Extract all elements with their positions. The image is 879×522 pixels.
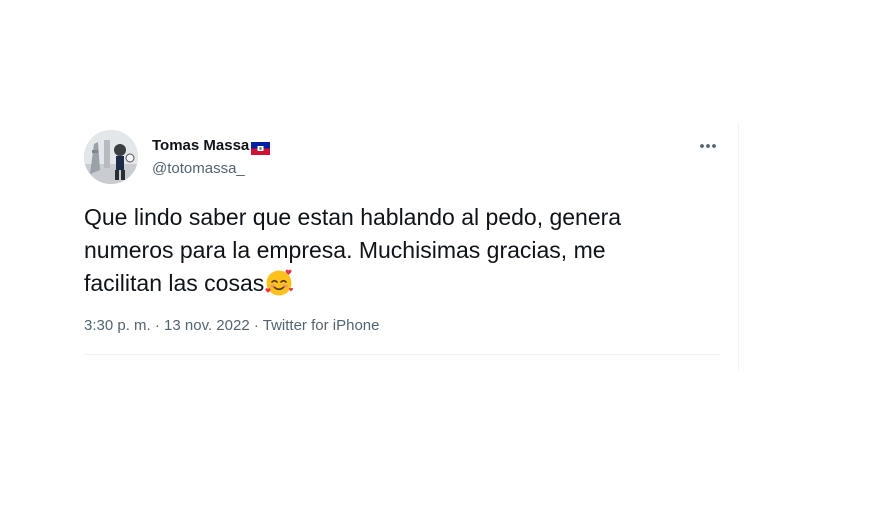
column-border <box>738 124 739 370</box>
tweet-date[interactable]: 13 nov. 2022 <box>164 317 250 334</box>
tweet-time[interactable]: 3:30 p. m. <box>84 317 151 334</box>
smiling-face-with-hearts-icon <box>264 267 294 297</box>
meta-separator: · <box>150 317 165 334</box>
display-name[interactable]: Tomas Massa <box>152 136 271 156</box>
more-options-button[interactable] <box>696 134 720 158</box>
user-handle[interactable]: @totomassa_ <box>152 159 270 179</box>
haiti-flag-icon <box>251 141 271 155</box>
tweet-text-line-3: facilitan las cosas <box>84 270 265 296</box>
tweet-text-line-1: Que lindo saber que estan hablando al pe… <box>84 204 622 230</box>
avatar[interactable] <box>84 130 138 184</box>
display-name-text: Tomas Massa <box>152 137 250 154</box>
divider <box>84 354 720 355</box>
user-name-block: Tomas Massa @totomassa_ <box>152 136 271 179</box>
tweet-text-line-2: numeros para la empresa. Muchisimas grac… <box>84 237 606 263</box>
more-options-icon <box>700 144 716 148</box>
tweet-text: Que lindo saber que estan hablando al pe… <box>84 201 704 300</box>
page: Tomas Massa @totomassa_ Que lindo saber … <box>0 0 879 522</box>
profile-photo-icon <box>84 130 138 184</box>
meta-separator: · <box>249 317 263 334</box>
tweet-metadata: 3:30 p. m. · 13 nov. 2022 · Twitter for … <box>84 316 379 336</box>
tweet-source[interactable]: Twitter for iPhone <box>263 317 380 334</box>
